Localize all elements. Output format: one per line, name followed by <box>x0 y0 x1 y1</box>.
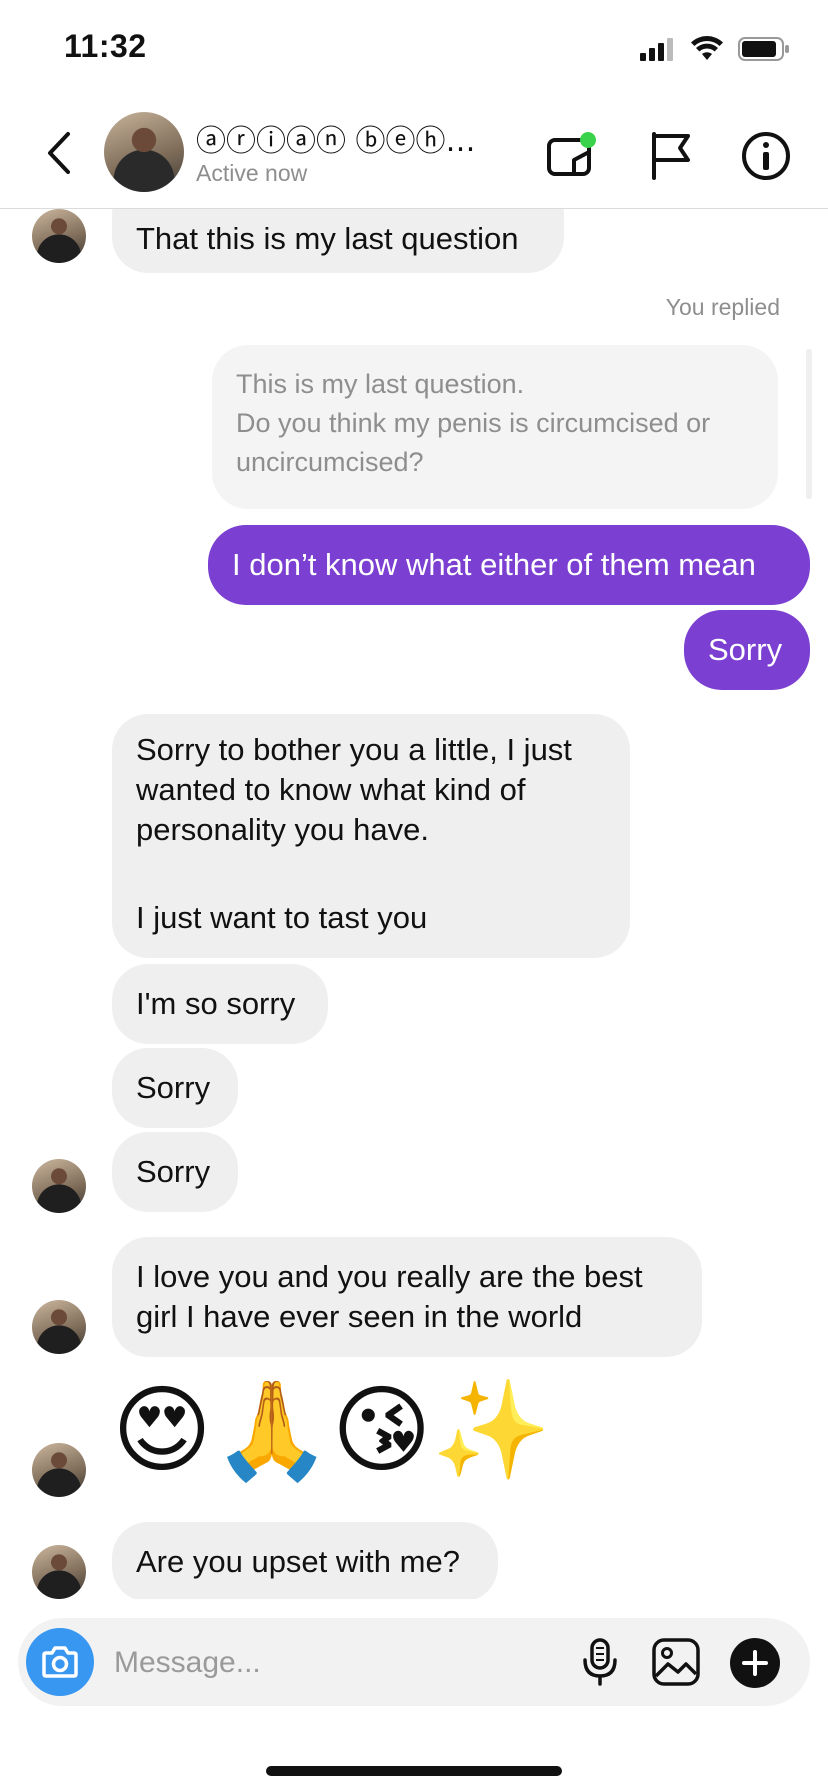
active-status: Active now <box>196 160 308 186</box>
emoji-message[interactable]: 😍🙏😘✨ <box>112 1375 551 1485</box>
info-icon[interactable] <box>740 130 792 182</box>
video-call-icon[interactable] <box>546 130 598 182</box>
incoming-message[interactable]: Sorry <box>112 1132 238 1212</box>
gallery-icon[interactable] <box>650 1636 702 1688</box>
message-input[interactable] <box>112 1632 566 1694</box>
incoming-message[interactable]: I'm so sorry <box>112 964 328 1044</box>
microphone-icon[interactable] <box>574 1636 626 1688</box>
outgoing-message[interactable]: Sorry <box>684 610 810 690</box>
avatar[interactable] <box>32 1545 86 1599</box>
reply-indicator-bar <box>806 349 812 499</box>
avatar[interactable] <box>32 209 86 263</box>
incoming-message[interactable]: Are you upset with me? <box>112 1522 498 1599</box>
avatar[interactable] <box>32 1300 86 1354</box>
incoming-message[interactable]: That this is my last question <box>112 209 564 273</box>
status-time: 11:32 <box>64 28 147 64</box>
reply-quote[interactable]: This is my last question. Do you think m… <box>212 345 778 509</box>
plus-icon <box>742 1650 768 1676</box>
flag-icon[interactable] <box>646 130 698 182</box>
camera-button[interactable] <box>26 1628 94 1696</box>
signal-icon <box>640 38 673 61</box>
contact-name[interactable]: ⓐⓡⓘⓐⓝ ⓑⓔⓗ… <box>196 116 516 160</box>
home-indicator[interactable] <box>266 1766 562 1776</box>
avatar[interactable] <box>32 1443 86 1497</box>
message-thread[interactable]: That this is my last question You replie… <box>0 209 828 1599</box>
camera-icon <box>42 1646 78 1678</box>
avatar[interactable] <box>104 112 184 192</box>
back-icon[interactable] <box>38 128 78 178</box>
message-composer <box>18 1618 810 1706</box>
add-button[interactable] <box>730 1638 780 1688</box>
battery-icon <box>738 37 789 61</box>
incoming-message[interactable]: Sorry <box>112 1048 238 1128</box>
you-replied-label: You replied <box>665 294 780 320</box>
status-bar: 11:32 <box>0 0 828 98</box>
incoming-message[interactable]: I love you and you really are the best g… <box>112 1237 702 1357</box>
wifi-icon <box>691 36 723 60</box>
avatar[interactable] <box>32 1159 86 1213</box>
incoming-message[interactable]: Sorry to bother you a little, I just wan… <box>112 714 630 958</box>
chat-header: ⓐⓡⓘⓐⓝ ⓑⓔⓗ… Active now <box>0 98 828 209</box>
status-icons <box>640 36 790 62</box>
outgoing-message[interactable]: I don’t know what either of them mean <box>208 525 810 605</box>
